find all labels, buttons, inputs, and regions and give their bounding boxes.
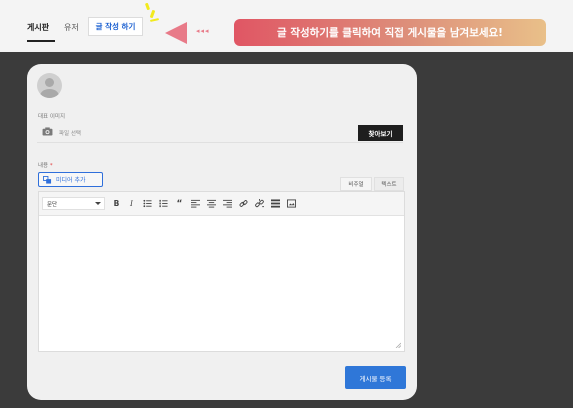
tab-board[interactable]: 게시판 xyxy=(27,22,49,33)
tab-visual[interactable]: 비주얼 xyxy=(340,177,372,191)
avatar xyxy=(37,73,62,98)
required-mark: * xyxy=(49,163,53,169)
top-nav-bar: 게시판 유저 글 작성 하기 ◂◂◂ 글 작성하기를 클릭하여 직접 게시물을 … xyxy=(0,0,573,52)
submit-post-button[interactable]: 게시물 등록 xyxy=(345,366,406,389)
format-select-value: 문단 xyxy=(47,201,58,208)
add-media-label: 미디어 추가 xyxy=(56,177,86,184)
file-input[interactable]: 파일 선택 xyxy=(37,123,403,143)
content-editor[interactable]: 문단 B I “ xyxy=(38,191,405,352)
file-placeholder: 파일 선택 xyxy=(59,131,81,137)
highlight-spark xyxy=(144,2,151,11)
blockquote-icon[interactable]: “ xyxy=(174,198,185,209)
align-left-icon[interactable] xyxy=(190,198,201,209)
add-media-button[interactable]: 미디어 추가 xyxy=(38,172,103,187)
avatar-head xyxy=(45,78,54,87)
avatar-body xyxy=(40,89,59,98)
unlink-icon[interactable] xyxy=(254,198,265,209)
callout-banner: 글 작성하기를 클릭하여 직접 게시물을 남겨보세요! xyxy=(234,19,546,46)
fullscreen-icon[interactable] xyxy=(286,198,297,209)
write-post-button[interactable]: 글 작성 하기 xyxy=(88,17,143,36)
write-post-card: 대표 이미지 파일 선택 찾아보기 내용 * 미디어 추가 비주얼 텍스트 문단… xyxy=(27,64,417,400)
callout-pointer-icon xyxy=(165,22,187,44)
content-label-text: 내용 xyxy=(38,163,49,169)
format-select[interactable]: 문단 xyxy=(42,197,105,210)
active-tab-underline xyxy=(27,40,55,42)
link-icon[interactable] xyxy=(238,198,249,209)
italic-icon[interactable]: I xyxy=(126,198,137,209)
thumbnail-label: 대표 이미지 xyxy=(38,114,66,120)
content-label: 내용 * xyxy=(38,161,53,169)
callout-arrows: ◂◂◂ xyxy=(196,27,210,35)
highlight-spark xyxy=(149,9,156,19)
chevron-down-icon xyxy=(95,202,101,205)
camera-icon xyxy=(42,127,53,136)
resize-handle-icon[interactable] xyxy=(395,342,401,348)
align-center-icon[interactable] xyxy=(206,198,217,209)
tab-youtube[interactable]: 유저 xyxy=(64,22,79,33)
bullet-list-icon[interactable] xyxy=(142,198,153,209)
tab-text[interactable]: 텍스트 xyxy=(374,177,404,191)
browse-button[interactable]: 찾아보기 xyxy=(358,125,403,141)
toolbar-toggle-icon[interactable] xyxy=(270,198,281,209)
bold-icon[interactable]: B xyxy=(111,198,122,209)
align-right-icon[interactable] xyxy=(222,198,233,209)
editor-toolbar: 문단 B I “ xyxy=(39,192,404,216)
numbered-list-icon[interactable] xyxy=(158,198,169,209)
highlight-spark xyxy=(149,18,160,22)
media-icon xyxy=(43,175,52,184)
